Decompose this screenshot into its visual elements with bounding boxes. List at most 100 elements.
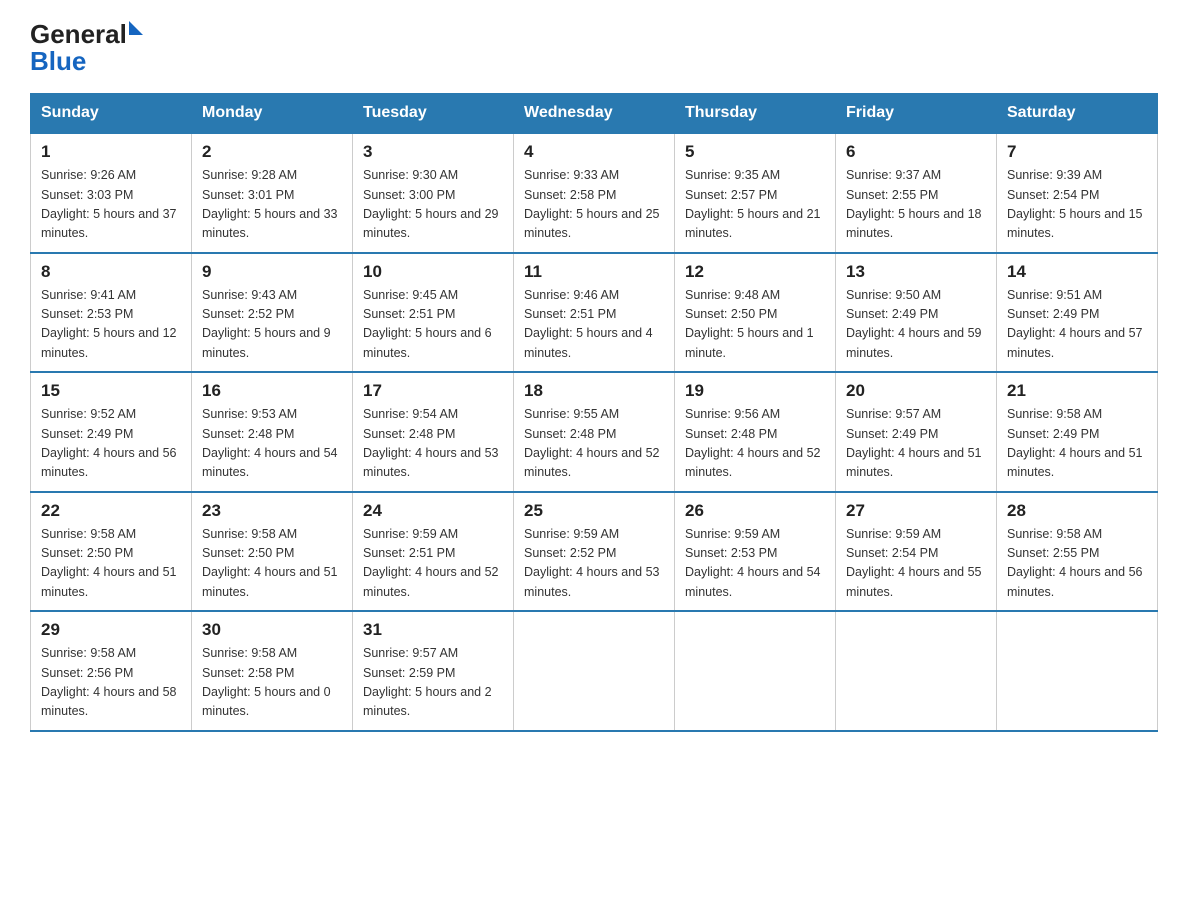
day-number: 21	[1007, 381, 1147, 401]
day-info: Sunrise: 9:33 AMSunset: 2:58 PMDaylight:…	[524, 166, 664, 244]
calendar-cell: 4Sunrise: 9:33 AMSunset: 2:58 PMDaylight…	[514, 133, 675, 253]
day-info: Sunrise: 9:37 AMSunset: 2:55 PMDaylight:…	[846, 166, 986, 244]
day-info: Sunrise: 9:59 AMSunset: 2:54 PMDaylight:…	[846, 525, 986, 603]
day-info: Sunrise: 9:59 AMSunset: 2:52 PMDaylight:…	[524, 525, 664, 603]
day-number: 18	[524, 381, 664, 401]
day-number: 12	[685, 262, 825, 282]
calendar-week-3: 15 Sunrise: 9:52 AMSunset: 2:49 PMDayligh…	[31, 372, 1158, 492]
day-info: Sunrise: 9:51 AMSunset: 2:49 PMDaylight:…	[1007, 286, 1147, 364]
calendar-cell: 2 Sunrise: 9:28 AMSunset: 3:01 PMDaylight…	[192, 133, 353, 253]
calendar-cell: 15 Sunrise: 9:52 AMSunset: 2:49 PMDayligh…	[31, 372, 192, 492]
day-info: Sunrise: 9:52 AMSunset: 2:49 PMDaylight:…	[41, 405, 181, 483]
calendar-cell: 1 Sunrise: 9:26 AMSunset: 3:03 PMDaylight…	[31, 133, 192, 253]
day-number: 27	[846, 501, 986, 521]
day-number: 2	[202, 142, 342, 162]
logo-blue: Blue	[30, 46, 86, 76]
weekday-header-tuesday: Tuesday	[353, 94, 514, 134]
day-number: 19	[685, 381, 825, 401]
day-number: 16	[202, 381, 342, 401]
day-number: 1	[41, 142, 181, 162]
calendar-cell: 29 Sunrise: 9:58 AMSunset: 2:56 PMDayligh…	[31, 611, 192, 731]
day-info: Sunrise: 9:57 AMSunset: 2:59 PMDaylight:…	[363, 644, 503, 722]
weekday-header-friday: Friday	[836, 94, 997, 134]
calendar-cell: 30 Sunrise: 9:58 AMSunset: 2:58 PMDayligh…	[192, 611, 353, 731]
day-info: Sunrise: 9:26 AMSunset: 3:03 PMDaylight:…	[41, 166, 181, 244]
day-info: Sunrise: 9:58 AMSunset: 2:50 PMDaylight:…	[202, 525, 342, 603]
day-info: Sunrise: 9:43 AMSunset: 2:52 PMDaylight:…	[202, 286, 342, 364]
day-number: 14	[1007, 262, 1147, 282]
day-number: 29	[41, 620, 181, 640]
calendar-cell: 3 Sunrise: 9:30 AMSunset: 3:00 PMDaylight…	[353, 133, 514, 253]
calendar-cell: 13Sunrise: 9:50 AMSunset: 2:49 PMDayligh…	[836, 253, 997, 373]
day-info: Sunrise: 9:58 AMSunset: 2:55 PMDaylight:…	[1007, 525, 1147, 603]
calendar-cell: 25 Sunrise: 9:59 AMSunset: 2:52 PMDayligh…	[514, 492, 675, 612]
weekday-header-thursday: Thursday	[675, 94, 836, 134]
day-number: 26	[685, 501, 825, 521]
day-number: 28	[1007, 501, 1147, 521]
day-info: Sunrise: 9:59 AMSunset: 2:51 PMDaylight:…	[363, 525, 503, 603]
day-info: Sunrise: 9:55 AMSunset: 2:48 PMDaylight:…	[524, 405, 664, 483]
day-number: 8	[41, 262, 181, 282]
calendar-cell	[675, 611, 836, 731]
day-number: 3	[363, 142, 503, 162]
logo: General Blue	[30, 20, 143, 75]
day-info: Sunrise: 9:54 AMSunset: 2:48 PMDaylight:…	[363, 405, 503, 483]
weekday-header-saturday: Saturday	[997, 94, 1158, 134]
day-info: Sunrise: 9:58 AMSunset: 2:49 PMDaylight:…	[1007, 405, 1147, 483]
day-info: Sunrise: 9:53 AMSunset: 2:48 PMDaylight:…	[202, 405, 342, 483]
day-info: Sunrise: 9:30 AMSunset: 3:00 PMDaylight:…	[363, 166, 503, 244]
day-number: 20	[846, 381, 986, 401]
calendar-cell: 26 Sunrise: 9:59 AMSunset: 2:53 PMDayligh…	[675, 492, 836, 612]
day-number: 6	[846, 142, 986, 162]
calendar-cell: 23Sunrise: 9:58 AMSunset: 2:50 PMDayligh…	[192, 492, 353, 612]
day-number: 25	[524, 501, 664, 521]
day-number: 15	[41, 381, 181, 401]
calendar-cell	[997, 611, 1158, 731]
calendar-cell: 24 Sunrise: 9:59 AMSunset: 2:51 PMDayligh…	[353, 492, 514, 612]
day-info: Sunrise: 9:59 AMSunset: 2:53 PMDaylight:…	[685, 525, 825, 603]
logo-general: General	[30, 20, 127, 49]
day-info: Sunrise: 9:58 AMSunset: 2:56 PMDaylight:…	[41, 644, 181, 722]
day-number: 10	[363, 262, 503, 282]
day-number: 22	[41, 501, 181, 521]
calendar-cell: 31 Sunrise: 9:57 AMSunset: 2:59 PMDayligh…	[353, 611, 514, 731]
day-info: Sunrise: 9:39 AMSunset: 2:54 PMDaylight:…	[1007, 166, 1147, 244]
calendar-cell: 16 Sunrise: 9:53 AMSunset: 2:48 PMDayligh…	[192, 372, 353, 492]
calendar-week-5: 29 Sunrise: 9:58 AMSunset: 2:56 PMDayligh…	[31, 611, 1158, 731]
weekday-header-row: SundayMondayTuesdayWednesdayThursdayFrid…	[31, 94, 1158, 134]
day-number: 17	[363, 381, 503, 401]
calendar-week-2: 8 Sunrise: 9:41 AMSunset: 2:53 PMDaylight…	[31, 253, 1158, 373]
day-number: 31	[363, 620, 503, 640]
calendar-cell: 20Sunrise: 9:57 AMSunset: 2:49 PMDayligh…	[836, 372, 997, 492]
day-info: Sunrise: 9:41 AMSunset: 2:53 PMDaylight:…	[41, 286, 181, 364]
day-info: Sunrise: 9:50 AMSunset: 2:49 PMDaylight:…	[846, 286, 986, 364]
weekday-header-wednesday: Wednesday	[514, 94, 675, 134]
day-number: 11	[524, 262, 664, 282]
calendar-cell: 17 Sunrise: 9:54 AMSunset: 2:48 PMDayligh…	[353, 372, 514, 492]
calendar-cell: 21 Sunrise: 9:58 AMSunset: 2:49 PMDayligh…	[997, 372, 1158, 492]
calendar-cell: 12Sunrise: 9:48 AMSunset: 2:50 PMDayligh…	[675, 253, 836, 373]
weekday-header-sunday: Sunday	[31, 94, 192, 134]
calendar-cell: 19 Sunrise: 9:56 AMSunset: 2:48 PMDayligh…	[675, 372, 836, 492]
calendar-cell: 10Sunrise: 9:45 AMSunset: 2:51 PMDayligh…	[353, 253, 514, 373]
day-number: 9	[202, 262, 342, 282]
calendar-cell: 28 Sunrise: 9:58 AMSunset: 2:55 PMDayligh…	[997, 492, 1158, 612]
calendar-cell	[836, 611, 997, 731]
day-info: Sunrise: 9:28 AMSunset: 3:01 PMDaylight:…	[202, 166, 342, 244]
day-info: Sunrise: 9:56 AMSunset: 2:48 PMDaylight:…	[685, 405, 825, 483]
calendar-week-4: 22 Sunrise: 9:58 AMSunset: 2:50 PMDayligh…	[31, 492, 1158, 612]
day-info: Sunrise: 9:35 AMSunset: 2:57 PMDaylight:…	[685, 166, 825, 244]
calendar-cell: 18 Sunrise: 9:55 AMSunset: 2:48 PMDayligh…	[514, 372, 675, 492]
day-info: Sunrise: 9:58 AMSunset: 2:50 PMDaylight:…	[41, 525, 181, 603]
calendar-cell: 9 Sunrise: 9:43 AMSunset: 2:52 PMDaylight…	[192, 253, 353, 373]
calendar-cell: 14 Sunrise: 9:51 AMSunset: 2:49 PMDayligh…	[997, 253, 1158, 373]
day-number: 30	[202, 620, 342, 640]
logo-triangle-icon	[129, 21, 143, 35]
calendar-cell: 27 Sunrise: 9:59 AMSunset: 2:54 PMDayligh…	[836, 492, 997, 612]
day-number: 24	[363, 501, 503, 521]
calendar-cell: 11Sunrise: 9:46 AMSunset: 2:51 PMDayligh…	[514, 253, 675, 373]
calendar-cell: 8 Sunrise: 9:41 AMSunset: 2:53 PMDaylight…	[31, 253, 192, 373]
day-number: 5	[685, 142, 825, 162]
day-info: Sunrise: 9:58 AMSunset: 2:58 PMDaylight:…	[202, 644, 342, 722]
day-number: 7	[1007, 142, 1147, 162]
